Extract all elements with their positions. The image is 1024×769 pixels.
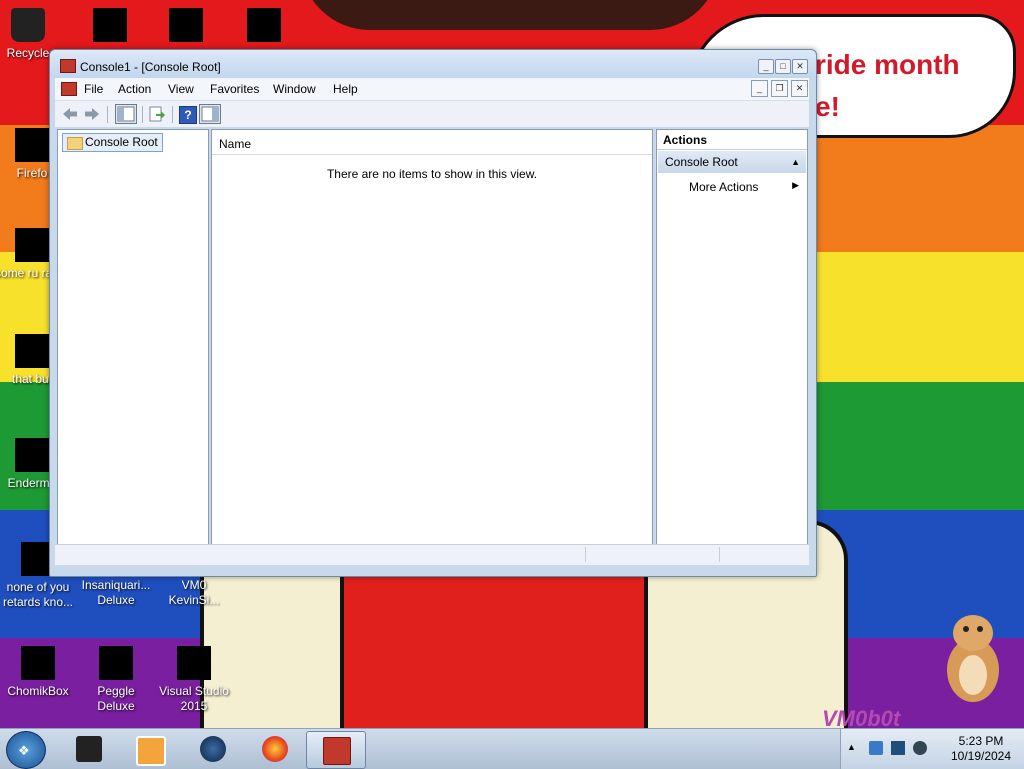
desktop-icon-app[interactable] [148,8,224,46]
tree-item-label: Console Root [85,135,158,149]
status-segment [585,547,586,562]
redacted-icon [15,438,49,472]
speech-line-1: ride month [815,49,960,80]
taskbar: ❖ ▲ 5:23 PM 10/19/2024 [0,728,1024,769]
title-bar[interactable]: Console1 - [Console Root] _ □ ✕ [50,50,816,78]
visual-studio-icon [177,646,211,680]
menu-window[interactable]: Window [273,82,316,96]
close-button[interactable]: ✕ [792,59,808,74]
show-hidden-icons-arrow[interactable]: ▲ [847,742,856,752]
speech-bubble-text: ride month e! [815,44,960,128]
redacted-icon [169,8,203,42]
cartoon-head [300,0,720,30]
menu-favorites[interactable]: Favorites [210,82,259,96]
start-button[interactable]: ❖ [6,731,46,769]
child-window-icon[interactable] [61,82,77,96]
taskbar-media-player[interactable] [120,731,178,767]
forward-icon[interactable] [83,105,101,123]
menu-view[interactable]: View [168,82,194,96]
actions-pane: Actions Console Root ▲ More Actions ▶ [656,129,808,545]
window-title: Console1 - [Console Root] [80,60,221,74]
submenu-arrow-icon: ▶ [792,180,799,190]
clock[interactable]: 5:23 PM 10/19/2024 [941,734,1021,764]
desktop-icon-label: Peggle Deluxe [97,684,135,713]
show-hide-console-tree-icon[interactable] [115,104,137,124]
cartoon-shirt [340,560,648,748]
desktop-icon-label: Visual Studio 2015 [159,684,229,713]
peggle-icon [99,646,133,680]
child-minimize-button[interactable]: _ [751,80,768,97]
desktop-icon-label: VM0 KevinSi... [168,578,220,607]
desktop-icon-app-2[interactable] [226,8,302,46]
volume-icon[interactable] [913,741,927,755]
toolbar: ? [55,100,809,127]
back-icon[interactable] [61,105,79,123]
taskbar-steam[interactable] [184,731,242,767]
toolbar-separator [142,106,143,123]
taskbar-firefox[interactable] [246,731,304,767]
console-tree-pane[interactable]: Console Root [57,129,209,545]
empty-view-message: There are no items to show in this view. [326,167,538,181]
tray-app-icon[interactable] [869,741,883,755]
collapse-up-icon[interactable]: ▲ [791,151,800,173]
speech-line-2: e! [815,91,840,122]
steam-icon [200,736,226,762]
toolbar-separator [107,106,108,123]
firefox-icon [262,736,288,762]
desktop-icon-visual-studio[interactable]: Visual Studio 2015 [156,646,232,714]
menu-action[interactable]: Action [118,82,151,96]
show-hide-action-pane-icon[interactable] [199,104,221,124]
minimize-button[interactable]: _ [758,59,774,74]
media-player-icon [136,736,166,766]
mmc-console-icon [323,737,351,765]
mmc-app-icon[interactable] [60,59,76,73]
toolbar-separator [172,106,173,123]
file-manager-icon [76,736,102,762]
desktop-icon-label: Insaniquari... Deluxe [81,578,151,607]
menu-bar: File Action View Favorites Window Help _… [55,78,809,100]
desktop-icon-label: none of you retards kno... [2,580,74,609]
child-close-button[interactable]: ✕ [791,80,808,97]
help-icon[interactable]: ? [179,106,197,124]
firefox-icon [15,128,49,162]
desktop-icon-folder[interactable] [72,8,148,46]
system-tray: ▲ 5:23 PM 10/19/2024 [840,729,1024,769]
clock-time: 5:23 PM [958,734,1004,748]
redacted-icon [15,334,49,368]
actions-section-console-root[interactable]: Console Root ▲ [658,151,806,173]
menu-file[interactable]: File [84,82,103,96]
taskbar-file-manager[interactable] [60,731,118,767]
tree-item-console-root[interactable]: Console Root [62,133,163,152]
column-header-name[interactable]: Name [212,130,652,155]
folder-icon [67,137,83,150]
desktop-icon-insaniquarium[interactable]: Insaniquari... Deluxe [78,578,154,608]
desktop-icon-peggle-deluxe[interactable]: Peggle Deluxe [78,646,154,714]
column-header-label: Name [219,137,252,151]
redacted-icon [15,228,49,262]
results-pane[interactable]: Name There are no items to show in this … [211,129,653,545]
chomikbox-icon [21,646,55,680]
maximize-button[interactable]: □ [775,59,791,74]
redacted-icon [247,8,281,42]
desktop-icon-chomikbox[interactable]: ChomikBox [0,646,76,699]
windows-logo-icon: ❖ [18,743,30,758]
menu-help[interactable]: Help [333,82,358,96]
desktop-icon-label: ChomikBox [7,684,69,698]
desktop-icon-vm0-kevinsi[interactable]: VM0 KevinSi... [156,578,232,608]
actions-pane-title: Actions [657,130,807,150]
more-actions-link[interactable]: More Actions [689,180,758,194]
child-restore-button[interactable]: ❐ [771,80,788,97]
mmc-window: Console1 - [Console Root] _ □ ✕ File Act… [49,49,817,577]
status-segment [719,547,720,562]
status-bar [55,544,809,565]
taskbar-mmc-console[interactable] [306,731,366,769]
network-icon[interactable] [891,741,905,755]
export-list-icon[interactable] [148,105,166,123]
redacted-icon [93,8,127,42]
clock-date: 10/19/2024 [950,749,1012,763]
hamster-image [947,615,999,702]
recycle-bin-icon [11,8,45,42]
actions-section-label: Console Root [665,155,738,169]
